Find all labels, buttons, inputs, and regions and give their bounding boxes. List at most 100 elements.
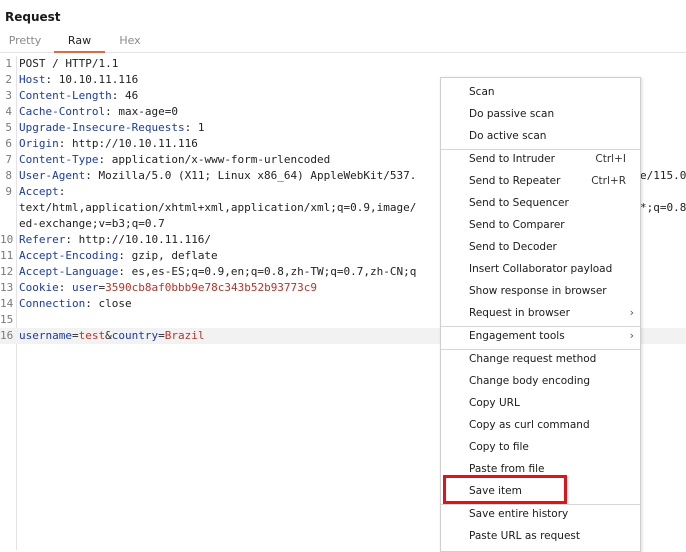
menu-item-show-response-in-browser[interactable]: Show response in browser xyxy=(441,281,640,301)
line-token: Origin xyxy=(19,137,59,150)
line-token: country xyxy=(111,329,159,342)
line-token: = xyxy=(71,329,79,342)
menu-item-send-to-repeater[interactable]: Send to Repeater Ctrl+R xyxy=(441,171,640,191)
line-number: 11 xyxy=(0,249,14,262)
line-number: 15 xyxy=(0,313,14,326)
line-number: 7 xyxy=(5,153,12,166)
menu-item-paste-url-as-request[interactable]: Paste URL as request xyxy=(441,526,640,546)
panel-title: Request xyxy=(5,10,61,24)
line-token: Brazil xyxy=(164,329,205,342)
line-token: Content-Length xyxy=(19,89,112,102)
line-token: = xyxy=(158,329,165,342)
line-token: Connection xyxy=(19,297,86,310)
line-number: 13 xyxy=(0,281,14,294)
menu-item-label: Scan xyxy=(469,86,495,98)
line-token: : xyxy=(58,281,72,294)
menu-item-change-request-method[interactable]: Change request method xyxy=(441,349,640,369)
line-number: 16 xyxy=(0,329,14,342)
line-number: 1 xyxy=(5,57,12,70)
line-token: : http://10.10.11.116 xyxy=(58,137,198,150)
menu-item-shortcut: Ctrl+R xyxy=(591,175,626,187)
menu-item-label: Copy as curl command xyxy=(469,419,590,431)
save-item-highlight-box xyxy=(443,475,567,504)
menu-item-shortcut: Ctrl+I xyxy=(595,153,626,165)
menu-item-label: Do passive scan xyxy=(469,108,555,120)
line-token: : 1 xyxy=(184,121,205,134)
line-number: 12 xyxy=(0,265,14,278)
line-number: 2 xyxy=(5,73,12,86)
line-token: : http://10.10.11.116/ xyxy=(65,233,212,246)
line-token: Accept-Encoding xyxy=(19,249,119,262)
line-token: User-Agent xyxy=(19,169,86,182)
tab-hex[interactable]: Hex xyxy=(110,34,150,51)
menu-item-copy-url[interactable]: Copy URL xyxy=(441,393,640,413)
menu-item-insert-collaborator-payload[interactable]: Insert Collaborator payload xyxy=(441,259,640,279)
chevron-right-icon: › xyxy=(629,306,634,319)
line-token: POST / HTTP/1.1 xyxy=(19,57,119,70)
line-token: : application/x-www-form-urlencoded xyxy=(98,153,331,166)
menu-item-label: Copy URL xyxy=(469,397,520,409)
line-token: : 46 xyxy=(111,89,139,102)
view-tabs: Pretty Raw Hex xyxy=(0,33,686,53)
line-token: Upgrade-Insecure-Requests xyxy=(19,121,185,134)
tab-pretty[interactable]: Pretty xyxy=(5,34,45,51)
menu-item-send-to-comparer[interactable]: Send to Comparer xyxy=(441,215,640,235)
chevron-right-icon: › xyxy=(629,329,634,342)
line-number: 8 xyxy=(5,169,12,182)
line-token: : max-age=0 xyxy=(105,105,178,118)
line-token: ed-exchange;v=b3;q=0.7 xyxy=(19,217,165,230)
menu-item-label: Send to Decoder xyxy=(469,241,557,253)
menu-item-send-to-decoder[interactable]: Send to Decoder xyxy=(441,237,640,257)
menu-item-save-entire-history[interactable]: Save entire history xyxy=(441,504,640,524)
line-token: : gzip, deflate xyxy=(118,249,218,262)
line-number: 5 xyxy=(5,121,12,134)
line-overflow-text: e/115.0 xyxy=(640,169,686,182)
line-token: Referer xyxy=(19,233,66,246)
menu-item-send-to-intruder[interactable]: Send to Intruder Ctrl+I xyxy=(441,149,640,169)
line-token: : close xyxy=(85,297,132,310)
menu-item-label: Insert Collaborator payload xyxy=(469,263,613,275)
line-number: 10 xyxy=(0,233,14,246)
menu-item-label: Do active scan xyxy=(469,130,547,142)
line-token: : 10.10.11.116 xyxy=(45,73,139,86)
menu-item-label: Request in browser xyxy=(469,307,570,319)
line-token: & xyxy=(105,329,112,342)
line-number: 9 xyxy=(5,185,12,198)
line-token: 3590cb8af0bbb9e78c343b52b93773c9 xyxy=(105,281,318,294)
line-number: 14 xyxy=(0,297,14,310)
request-line[interactable]: 1 POST / HTTP/1.1 xyxy=(0,56,686,72)
menu-item-change-body-encoding[interactable]: Change body encoding xyxy=(441,371,640,391)
line-number: 6 xyxy=(5,137,12,150)
line-number: 4 xyxy=(5,105,12,118)
line-token: Accept-Language xyxy=(19,265,119,278)
line-overflow-text: *;q=0.8 xyxy=(640,201,686,214)
line-token: : Mozilla/5.0 (X11; Linux x86_64) AppleW… xyxy=(85,169,417,182)
menu-item-send-to-sequencer[interactable]: Send to Sequencer xyxy=(441,193,640,213)
line-token: Host xyxy=(19,73,46,86)
line-token: user xyxy=(72,281,99,294)
menu-item-label: Save entire history xyxy=(469,508,569,520)
menu-item-label: Engagement tools xyxy=(469,330,565,342)
menu-item-do-active-scan[interactable]: Do active scan xyxy=(441,126,640,146)
line-token: : xyxy=(58,185,66,198)
line-token: text/html,application/xhtml+xml,applicat… xyxy=(19,201,417,214)
menu-item-copy-as-curl-command[interactable]: Copy as curl command xyxy=(441,415,640,435)
line-token: test xyxy=(78,329,106,342)
line-token: username xyxy=(19,329,72,342)
line-number: 3 xyxy=(5,89,12,102)
menu-item-engagement-tools[interactable]: Engagement tools › xyxy=(441,326,640,346)
menu-item-copy-to-file[interactable]: Copy to file xyxy=(441,437,640,457)
menu-item-do-passive-scan[interactable]: Do passive scan xyxy=(441,104,640,124)
menu-item-label: Send to Comparer xyxy=(469,219,565,231)
line-token: Accept xyxy=(19,185,59,198)
menu-item-label: Change request method xyxy=(469,353,597,365)
menu-item-label: Show response in browser xyxy=(469,285,607,297)
menu-item-request-in-browser[interactable]: Request in browser › xyxy=(441,303,640,323)
line-token: Cache-Control xyxy=(19,105,106,118)
tab-raw[interactable]: Raw xyxy=(54,34,105,53)
menu-item-label: Send to Repeater xyxy=(469,175,561,187)
menu-item-label: Copy to file xyxy=(469,441,529,453)
menu-item-label: Send to Intruder xyxy=(469,153,555,165)
menu-item-scan[interactable]: Scan xyxy=(441,82,640,102)
line-token: Content-Type xyxy=(19,153,99,166)
